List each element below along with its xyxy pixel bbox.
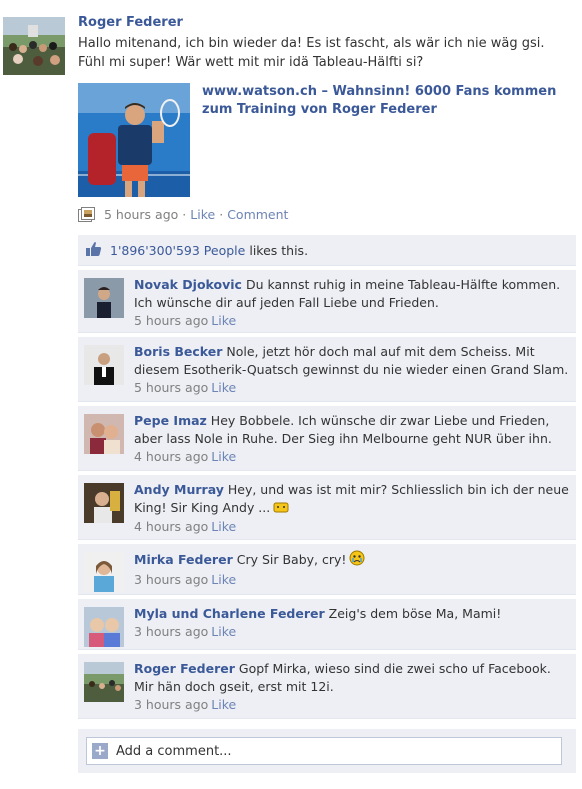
comment-like-link[interactable]: Like — [211, 572, 236, 587]
post-meta: 5 hours ago · Like · Comment — [78, 206, 288, 224]
comment-item: Myla und Charlene Federer Zeig's dem bös… — [78, 598, 576, 650]
shared-link: www.watson.ch – Wahnsinn! 6000 Fans komm… — [78, 83, 578, 197]
commenter-avatar[interactable] — [84, 662, 124, 702]
thumbs-up-icon — [85, 241, 102, 260]
likes-text: likes this. — [249, 242, 309, 258]
add-comment-section: + Add a comment... — [78, 729, 576, 773]
commenter-name[interactable]: Myla und Charlene Federer — [134, 606, 325, 621]
separator-dot: · — [219, 207, 224, 222]
commenter-name[interactable]: Boris Becker — [134, 344, 222, 359]
commenter-avatar[interactable] — [84, 552, 124, 592]
comment-like-link[interactable]: Like — [211, 449, 236, 464]
commenter-avatar[interactable] — [84, 414, 124, 454]
comment-item: Boris Becker Nole, jetzt hör doch mal au… — [78, 336, 576, 402]
comment-like-link[interactable]: Like — [211, 697, 236, 712]
comment-timestamp[interactable]: 4 hours ago — [134, 519, 208, 534]
commenter-avatar[interactable] — [84, 345, 124, 385]
crown-emoticon-icon — [273, 500, 289, 518]
comment-timestamp[interactable]: 4 hours ago — [134, 449, 208, 464]
commenter-name[interactable]: Andy Murray — [134, 482, 224, 497]
comment-like-link[interactable]: Like — [211, 624, 236, 639]
commenter-avatar[interactable] — [84, 607, 124, 647]
commenter-avatar[interactable] — [84, 483, 124, 523]
crowd-photo — [3, 17, 65, 75]
post-author-name[interactable]: Roger Federer — [78, 14, 578, 32]
comment-item: Andy Murray Hey, und was ist mit mir? Sc… — [78, 474, 576, 540]
feedback-section: 1'896'300'593 People likes this. Novak D… — [78, 235, 576, 719]
separator-dot: · — [182, 207, 187, 222]
comment-item: Pepe Imaz Hey Bobbele. Ich wünsche dir z… — [78, 405, 576, 471]
comment-link[interactable]: Comment — [227, 206, 288, 224]
comment-item: Mirka Federer Cry Sir Baby, cry! 3 hours… — [78, 543, 576, 595]
photo-feed-icon — [78, 207, 96, 223]
plus-icon: + — [92, 743, 108, 759]
comment-timestamp[interactable]: 3 hours ago — [134, 697, 208, 712]
crying-emoticon-icon — [349, 550, 365, 571]
commenter-name[interactable]: Novak Djokovic — [134, 277, 242, 292]
post: Roger Federer Hallo mitenand, ich bin wi… — [78, 14, 578, 197]
comment-text: Cry Sir Baby, cry! — [236, 552, 347, 567]
comment-like-link[interactable]: Like — [211, 519, 236, 534]
comment-timestamp[interactable]: 3 hours ago — [134, 572, 208, 587]
comment-like-link[interactable]: Like — [211, 380, 236, 395]
post-timestamp[interactable]: 5 hours ago — [104, 206, 178, 224]
add-comment-input[interactable]: + Add a comment... — [86, 737, 562, 765]
post-text: Hallo mitenand, ich bin wieder da! Es is… — [78, 36, 545, 70]
likes-count[interactable]: 1'896'300'593 People — [110, 243, 245, 258]
shared-link-title[interactable]: www.watson.ch – Wahnsinn! 6000 Fans komm… — [202, 83, 582, 119]
comment-timestamp[interactable]: 5 hours ago — [134, 313, 208, 328]
likes-summary: 1'896'300'593 People likes this. — [78, 235, 576, 266]
comment-item: Roger Federer Gopf Mirka, wieso sind die… — [78, 653, 576, 719]
add-comment-placeholder: Add a comment... — [116, 743, 232, 759]
commenter-name[interactable]: Pepe Imaz — [134, 413, 207, 428]
comment-text: Zeig's dem böse Ma, Mami! — [328, 606, 502, 621]
author-avatar[interactable] — [3, 17, 65, 75]
comment-timestamp[interactable]: 3 hours ago — [134, 624, 208, 639]
commenter-name[interactable]: Mirka Federer — [134, 552, 233, 567]
tennis-player-photo — [78, 83, 190, 197]
comment-item: Novak Djokovic Du kannst ruhig in meine … — [78, 269, 576, 333]
commenter-avatar[interactable] — [84, 278, 124, 318]
like-link[interactable]: Like — [190, 206, 215, 224]
shared-link-thumbnail[interactable] — [78, 83, 190, 197]
commenter-name[interactable]: Roger Federer — [134, 661, 235, 676]
comment-like-link[interactable]: Like — [211, 313, 236, 328]
comment-timestamp[interactable]: 5 hours ago — [134, 380, 208, 395]
